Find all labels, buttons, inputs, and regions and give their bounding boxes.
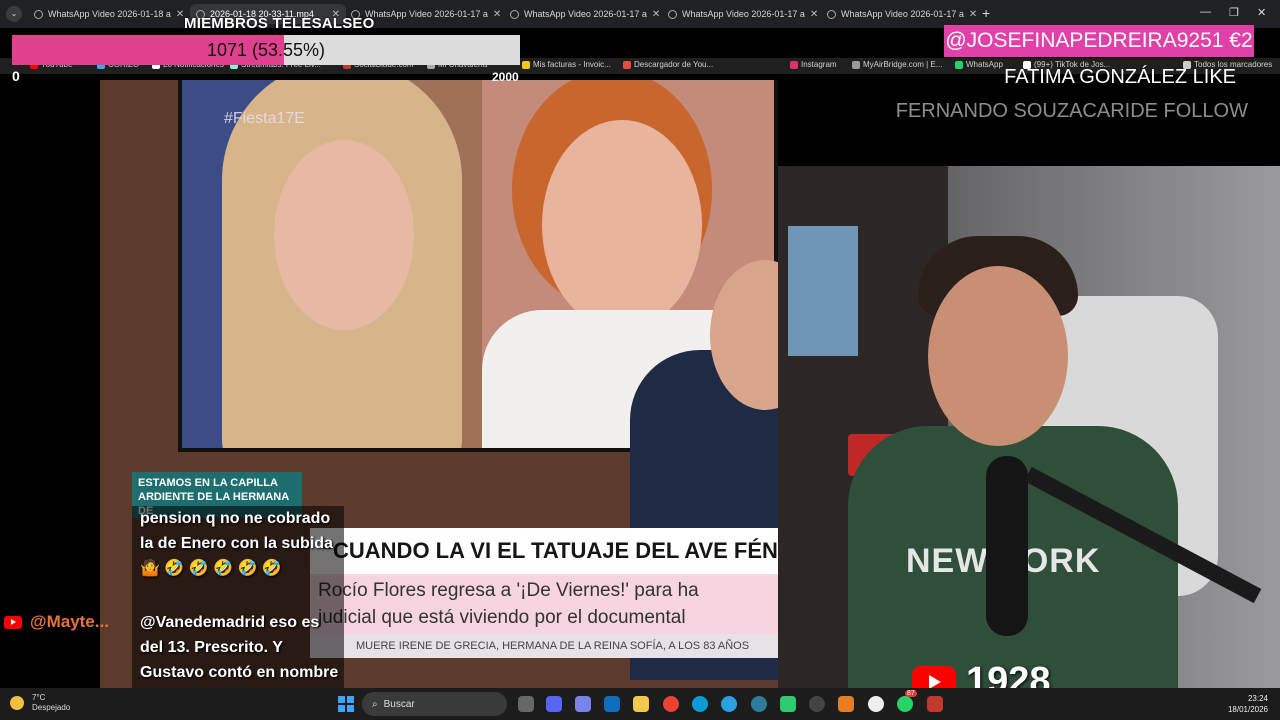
bookmark-item[interactable]: Mis facturas - Invoic...	[522, 60, 611, 69]
recent-follow-label: FERNANDO SOUZACARIDE FOLLOW	[895, 100, 1248, 122]
file-explorer-icon[interactable]	[633, 696, 649, 712]
background-monitor	[788, 226, 858, 356]
bookmark-label: WhatsApp	[966, 60, 1003, 69]
tab-label: WhatsApp Video 2026-01-18 a	[48, 9, 171, 19]
browser-tab[interactable]: WhatsApp Video 2026-01-17 a ✕	[504, 4, 660, 24]
discord-icon[interactable]	[546, 696, 562, 712]
browser-tab[interactable]: WhatsApp Video 2026-01-17 a ✕	[821, 4, 977, 24]
bookmark-favicon-icon	[522, 60, 530, 69]
telegram-icon[interactable]	[721, 696, 737, 712]
bookmark-label: Mis facturas - Invoic...	[533, 60, 611, 69]
bookmark-item[interactable]: Instagram	[790, 60, 837, 69]
notification-badge: 87	[905, 690, 917, 697]
minimize-icon[interactable]: —	[1200, 6, 1211, 18]
taskbar-search[interactable]: ⌕ Buscar	[362, 692, 507, 716]
app-circle-icon[interactable]	[868, 696, 884, 712]
windows-taskbar: 7°C Despejado ⌕ Buscar 87 23:24 18/01/20…	[0, 688, 1280, 720]
tab-label: WhatsApp Video 2026-01-17 a	[524, 9, 647, 19]
streamer-face	[928, 266, 1068, 446]
chat-message: pension q no ne cobrado la de Enero con …	[140, 510, 333, 577]
edge-icon[interactable]	[692, 696, 708, 712]
restore-icon[interactable]: ❐	[1229, 6, 1239, 19]
bookmark-favicon-icon	[852, 60, 860, 69]
weather-desc: Despejado	[32, 703, 71, 712]
globe-icon[interactable]	[751, 696, 767, 712]
tab-close-icon[interactable]: ✕	[652, 9, 660, 20]
progress-max-label: 2000	[492, 70, 519, 84]
tab-label: WhatsApp Video 2026-01-17 a	[365, 9, 488, 19]
new-tab-button[interactable]: +	[982, 5, 990, 21]
task-view-icon[interactable]	[518, 696, 534, 712]
tab-search-chevron-icon[interactable]: ⌄	[6, 6, 22, 22]
microphone-icon	[986, 456, 1028, 636]
weather-widget[interactable]: 7°C Despejado	[10, 693, 70, 713]
teams-icon[interactable]	[575, 696, 591, 712]
youtube-icon	[4, 615, 22, 629]
bookmark-favicon-icon	[790, 60, 798, 69]
chat-overlay: pension q no ne cobrado la de Enero con …	[132, 506, 344, 706]
bookmark-label: Instagram	[801, 60, 837, 69]
chat-username: @Mayte...	[4, 612, 109, 632]
tab-label: WhatsApp Video 2026-01-17 a	[682, 9, 805, 19]
show-hashtag: #Fiesta17E	[224, 110, 305, 127]
tab-favicon-icon	[827, 9, 836, 19]
search-icon: ⌕	[372, 698, 378, 710]
tab-favicon-icon	[668, 9, 677, 19]
members-goal-title: MIEMBROS TELESALSEO	[184, 15, 375, 32]
members-progress-text: 1071 (53.55%)	[206, 40, 326, 60]
bookmark-favicon-icon	[623, 60, 631, 69]
settings-gear-icon[interactable]	[809, 696, 825, 712]
tab-label: WhatsApp Video 2026-01-17 a	[841, 9, 964, 19]
temperature: 7°C	[32, 693, 46, 702]
tab-favicon-icon	[510, 9, 519, 19]
bookmark-item[interactable]: WhatsApp	[955, 60, 1003, 69]
chrome-icon[interactable]	[663, 696, 679, 712]
taskbar-search-label: Buscar	[383, 698, 415, 710]
video-subline-1: Rocío Flores regresa a '¡De Viernes!' pa…	[318, 580, 699, 601]
outlook-icon[interactable]	[604, 696, 620, 712]
streamer-webcam: NEW YORK	[778, 166, 1280, 688]
bookmark-label: MyAirBridge.com | E...	[863, 60, 943, 69]
recent-like-label: FATIMA GONZÁLEZ LIKE	[1004, 66, 1236, 88]
tab-close-icon[interactable]: ✕	[493, 9, 501, 20]
weather-moon-icon	[10, 696, 24, 710]
whatsapp-icon[interactable]: 87	[897, 690, 917, 712]
close-window-icon[interactable]: ✕	[1257, 6, 1266, 19]
progress-min-label: 0	[12, 68, 20, 84]
news-ticker: MUERE IRENE DE GRECIA, HERMANA DE LA REI…	[310, 634, 778, 658]
donation-alert: @JOSEFINAPEDREIRA9251 €2	[944, 25, 1254, 57]
clock-time: 23:24	[1247, 694, 1268, 703]
browser-tab[interactable]: WhatsApp Video 2026-01-18 a ✕	[28, 4, 184, 24]
browser-tab[interactable]: WhatsApp Video 2026-01-17 a ✕	[662, 4, 818, 24]
bookmark-item[interactable]: MyAirBridge.com | E...	[852, 60, 942, 69]
bookmark-item[interactable]: Descargador de You...	[623, 60, 713, 69]
members-progress-bar: 1071 (53.55%)	[12, 35, 520, 65]
system-clock[interactable]: 23:24 18/01/2026	[1228, 693, 1268, 715]
app-icon[interactable]	[838, 696, 854, 712]
bookmark-favicon-icon	[955, 60, 963, 69]
clock-date: 18/01/2026	[1227, 705, 1268, 714]
snipping-tool-icon[interactable]	[927, 696, 943, 712]
tab-close-icon[interactable]: ✕	[810, 9, 818, 20]
video-subline: Rocío Flores regresa a '¡De Viernes!' pa…	[310, 574, 778, 634]
capcut-icon[interactable]	[780, 696, 796, 712]
windows-start-icon[interactable]	[338, 696, 354, 712]
bookmark-label: Descargador de You...	[634, 60, 714, 69]
video-headline: “CUANDO LA VI EL TATUAJE DEL AVE FÉNIX, …	[310, 528, 778, 574]
video-subline-2: judicial que está viviendo por el docume…	[318, 607, 686, 628]
tab-close-icon[interactable]: ✕	[969, 9, 977, 20]
tab-close-icon[interactable]: ✕	[176, 9, 184, 20]
chat-username-label: @Mayte...	[30, 612, 109, 631]
tab-favicon-icon	[34, 9, 43, 19]
